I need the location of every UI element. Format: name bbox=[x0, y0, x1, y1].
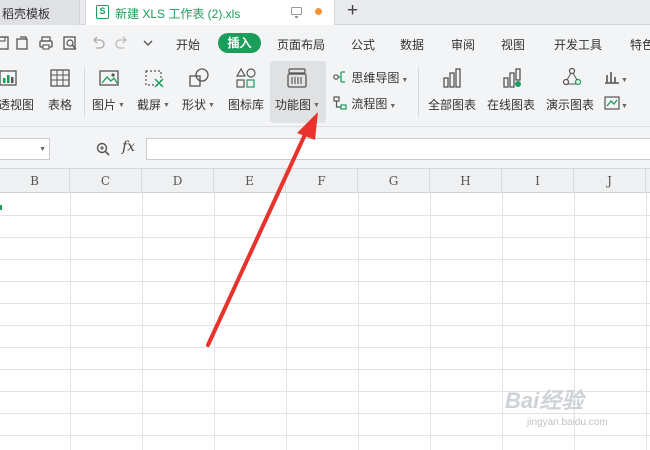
print-preview-icon[interactable] bbox=[62, 35, 78, 51]
pivot-view-button[interactable]: 透视图 bbox=[0, 61, 38, 123]
pivot-chart-icon bbox=[0, 67, 20, 89]
fx-button[interactable]: fx bbox=[122, 139, 135, 155]
tab-template-label: 稻壳模板 bbox=[2, 7, 51, 21]
export-icon[interactable] bbox=[14, 35, 30, 51]
column-header-b[interactable]: B bbox=[0, 169, 70, 193]
screenshot-icon bbox=[143, 67, 165, 89]
mind-map-icon bbox=[332, 71, 348, 85]
column-header-g[interactable]: G bbox=[358, 169, 430, 193]
flowchart-label: 流程图 bbox=[351, 97, 388, 111]
bar-chart-type-button[interactable]: ▼ bbox=[604, 69, 628, 89]
menu-home[interactable]: 开始 bbox=[176, 36, 200, 53]
menu-developer[interactable]: 开发工具 bbox=[554, 36, 602, 53]
ribbon: 透视图 表格 图片 ▼ 截屏 ▼ 形状 ▼ 图标库 功能图 ▼ 思维导图 ▼ 流… bbox=[0, 61, 650, 127]
online-charts-button[interactable]: 在线图表 bbox=[484, 61, 540, 123]
new-tab-button[interactable]: + bbox=[347, 0, 358, 22]
name-box-chevron-down-icon[interactable]: ▼ bbox=[39, 146, 46, 153]
icon-library-icon bbox=[235, 67, 257, 89]
column-header-f[interactable]: F bbox=[286, 169, 358, 193]
ribbon-divider bbox=[418, 67, 419, 117]
watermark-url: jingyan.baidu.com bbox=[527, 417, 608, 428]
menu-review[interactable]: 审阅 bbox=[451, 36, 475, 53]
online-charts-label: 在线图表 bbox=[487, 98, 536, 112]
online-charts-icon bbox=[501, 67, 523, 89]
pivot-view-label: 透视图 bbox=[0, 98, 35, 112]
line-chart-icon bbox=[604, 96, 620, 111]
all-charts-label: 全部图表 bbox=[428, 98, 477, 112]
shapes-button[interactable]: 形状 ▼ bbox=[180, 61, 218, 123]
shapes-label: 形状 ▼ bbox=[182, 98, 215, 112]
undo-icon[interactable] bbox=[90, 35, 106, 51]
icon-library-label: 图标库 bbox=[228, 98, 265, 112]
spreadsheet-icon: S bbox=[96, 5, 109, 19]
demo-charts-label: 演示图表 bbox=[546, 98, 595, 112]
quick-access-chevron-down-icon[interactable] bbox=[140, 35, 156, 51]
demo-charts-button[interactable]: 演示图表 bbox=[544, 61, 600, 123]
table-icon bbox=[49, 67, 71, 89]
all-charts-button[interactable]: 全部图表 bbox=[424, 61, 480, 123]
print-icon[interactable] bbox=[38, 35, 54, 51]
unsaved-dot-icon bbox=[315, 8, 322, 15]
function-chart-icon bbox=[286, 67, 308, 89]
menu-special[interactable]: 特色 bbox=[630, 36, 650, 53]
column-header-i[interactable]: I bbox=[502, 169, 574, 193]
watermark: Bai经验 jingyan.baidu.com bbox=[505, 383, 625, 433]
tab-template[interactable]: 稻壳模板 bbox=[0, 0, 80, 25]
menu-formulas[interactable]: 公式 bbox=[351, 36, 375, 53]
mind-map-label: 思维导图 bbox=[351, 71, 400, 85]
demo-charts-icon bbox=[561, 67, 583, 89]
tab-file[interactable]: S 新建 XLS 工作表 (2).xls bbox=[85, 0, 335, 25]
picture-button[interactable]: 图片 ▼ bbox=[90, 61, 128, 123]
function-chart-label: 功能图 ▼ bbox=[275, 98, 320, 112]
formula-input[interactable] bbox=[146, 138, 650, 160]
bar-chart-icon bbox=[604, 71, 620, 85]
tab-file-label: 新建 XLS 工作表 (2).xls bbox=[115, 7, 241, 21]
flowchart-button[interactable]: 流程图 ▼ bbox=[332, 95, 396, 115]
monitor-icon[interactable] bbox=[291, 7, 302, 18]
name-box[interactable]: ▼ bbox=[0, 138, 50, 160]
all-charts-icon bbox=[441, 67, 463, 89]
mind-map-button[interactable]: 思维导图 ▼ bbox=[332, 69, 408, 89]
active-cell-marker bbox=[0, 205, 2, 210]
zoom-icon[interactable] bbox=[95, 141, 111, 157]
save-icon[interactable] bbox=[0, 35, 10, 51]
menu-row: 开始 插入 页面布局 公式 数据 审阅 视图 开发工具 特色 bbox=[0, 25, 650, 61]
menu-insert[interactable]: 插入 bbox=[218, 33, 261, 53]
screenshot-label: 截屏 ▼ bbox=[137, 98, 170, 112]
menu-data[interactable]: 数据 bbox=[400, 36, 424, 53]
ribbon-divider bbox=[84, 67, 85, 117]
watermark-brand: Bai经验 bbox=[505, 388, 584, 413]
column-header-d[interactable]: D bbox=[142, 169, 214, 193]
screenshot-button[interactable]: 截屏 ▼ bbox=[135, 61, 173, 123]
column-header-c[interactable]: C bbox=[70, 169, 142, 193]
menu-page-layout[interactable]: 页面布局 bbox=[277, 36, 325, 53]
function-chart-button[interactable]: 功能图 ▼ bbox=[270, 61, 326, 123]
redo-icon[interactable] bbox=[114, 35, 130, 51]
column-header-row: B C D E F G H I J bbox=[0, 169, 650, 193]
column-header-j[interactable]: J bbox=[574, 169, 646, 193]
formula-bar: ▼ fx bbox=[0, 127, 650, 169]
shapes-icon bbox=[188, 67, 210, 89]
flowchart-icon bbox=[332, 96, 348, 111]
picture-label: 图片 ▼ bbox=[92, 98, 125, 112]
tab-bar: 稻壳模板 S 新建 XLS 工作表 (2).xls + bbox=[0, 0, 650, 25]
column-header-e[interactable]: E bbox=[214, 169, 286, 193]
table-label: 表格 bbox=[48, 98, 73, 112]
table-button[interactable]: 表格 bbox=[44, 61, 76, 123]
column-header-h[interactable]: H bbox=[430, 169, 502, 193]
picture-icon bbox=[98, 67, 120, 89]
line-chart-type-button[interactable]: ▼ bbox=[604, 95, 628, 115]
icon-library-button[interactable]: 图标库 bbox=[226, 61, 268, 123]
menu-view[interactable]: 视图 bbox=[501, 36, 525, 53]
